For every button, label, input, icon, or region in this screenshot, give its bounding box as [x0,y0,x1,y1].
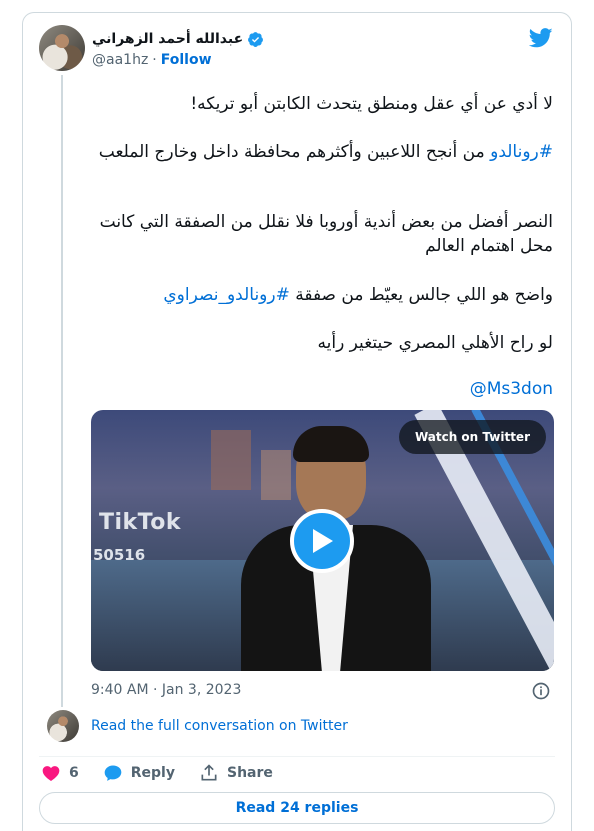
embedded-tweet-card: عبدالله أحمد الزهراني @aa1hz · Follow لا… [22,12,572,831]
like-button[interactable]: 6 [41,763,79,783]
tweet-timestamp[interactable]: 9:40 AM · Jan 3, 2023 [91,682,241,698]
background-building [211,430,251,490]
tiktok-watermark: TikTok [99,510,182,535]
watch-on-twitter-button[interactable]: Watch on Twitter [398,420,546,454]
separator-dot: · [152,52,157,68]
heart-icon [42,766,60,781]
share-button[interactable]: Share [199,763,273,783]
read-replies-button[interactable]: Read 24 replies [39,792,555,824]
hashtag-ronaldo[interactable]: #رونالدو [490,142,553,162]
reply-label: Reply [130,765,175,781]
like-count: 6 [69,765,79,781]
reply-button[interactable]: Reply [103,763,175,783]
tweet-paragraph-2-text: من أنجح اللاعبين وأكثرهم محافظة داخل وخا… [98,142,491,162]
author-handle[interactable]: @aa1hz [92,52,148,68]
share-label: Share [226,765,273,781]
conversation-avatar[interactable] [47,710,79,742]
tweet-paragraph-4: واضح هو اللي جالس يعيّط من صفقة #رونالدو… [79,283,553,307]
verified-badge-icon [248,31,264,47]
thread-line [61,75,63,707]
tweet-paragraph-1: لا أدي عن أي عقل ومنطق يتحدث الكابتن أبو… [190,94,553,114]
author-handle-row: @aa1hz · Follow [92,52,212,68]
author-name[interactable]: عبدالله أحمد الزهراني [92,31,243,47]
reply-bubble-icon [104,765,122,781]
read-full-conversation-link[interactable]: Read the full conversation on Twitter [91,718,348,734]
follow-button[interactable]: Follow [161,52,212,68]
video-thumbnail[interactable]: TikTok 50516 Watch on Twitter [91,410,554,671]
tweet-mention-line: @Ms3don [79,377,553,401]
tweet-paragraph-4-text: واضح هو اللي جالس يعيّط من صفقة [289,285,553,305]
presenter-hair [293,426,369,462]
author-name-row[interactable]: عبدالله أحمد الزهراني [92,29,264,49]
info-icon[interactable] [531,681,551,701]
share-icon [201,764,217,781]
tiktok-user-id: 50516 [93,546,146,564]
author-avatar[interactable] [39,25,85,71]
hashtag-ronaldo-nasrawi[interactable]: #رونالدو_نصراوي [163,285,289,305]
action-bar: 6 Reply Share [41,761,297,785]
play-icon [313,529,333,553]
play-button[interactable] [290,509,354,573]
mention-link[interactable]: @Ms3don [470,379,553,399]
divider [39,756,555,757]
tweet-paragraph-2: #رونالدو من أنجح اللاعبين وأكثرهم محافظة… [79,140,553,164]
twitter-bird-icon[interactable] [529,28,553,48]
tweet-paragraph-3: النصر أفضل من بعض أندية أوروبا فلا نقلل … [99,212,553,256]
tweet-paragraph-5: لو راح الأهلي المصري حيتغير رأيه [317,333,554,353]
